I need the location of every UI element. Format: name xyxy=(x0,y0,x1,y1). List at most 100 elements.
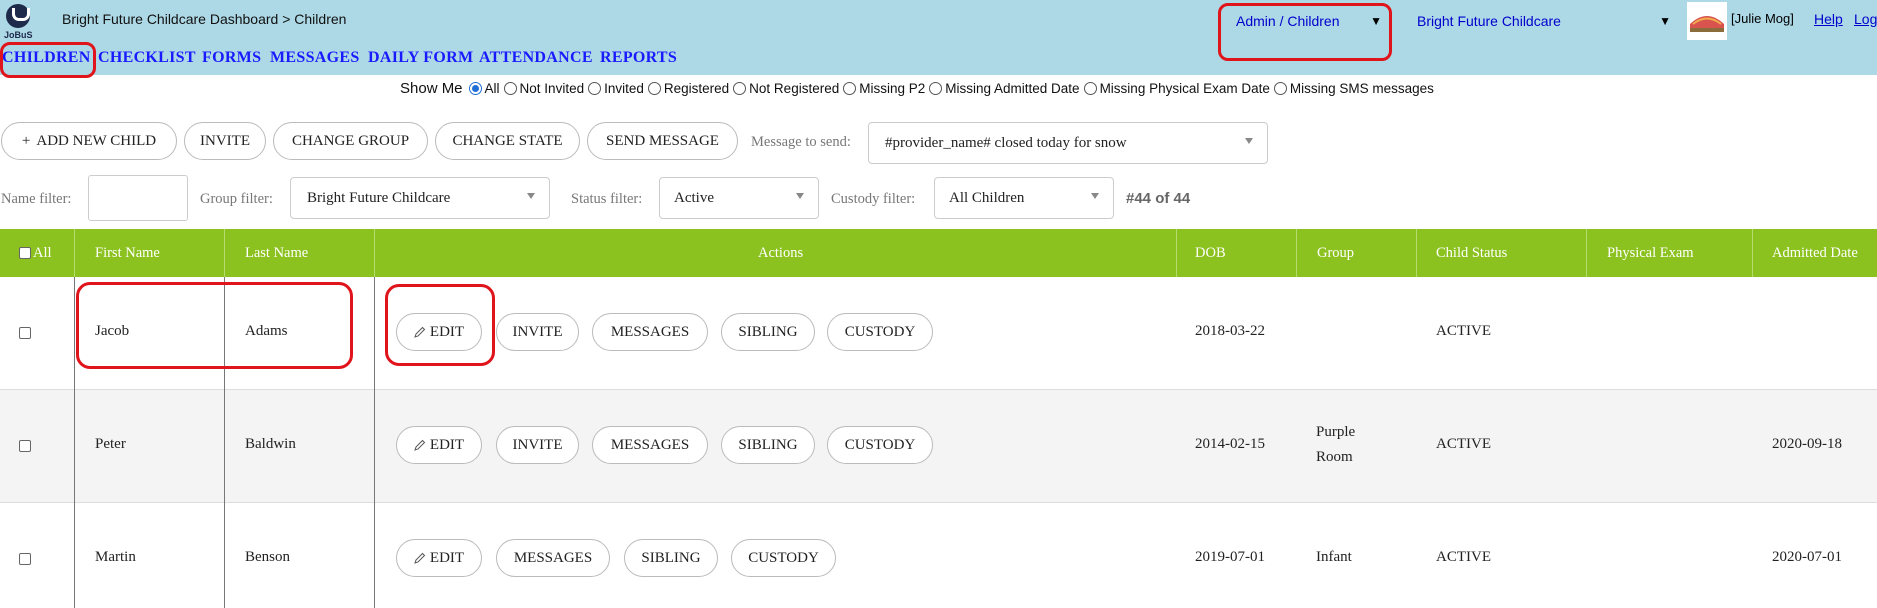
row-checkbox[interactable] xyxy=(19,440,31,452)
admitted-cell: 2020-07-01 xyxy=(1772,549,1842,565)
user-avatar[interactable] xyxy=(1687,2,1727,40)
row-checkbox[interactable] xyxy=(19,553,31,565)
header-last-name[interactable]: Last Name xyxy=(245,229,308,277)
pencil-icon xyxy=(414,326,426,338)
first-name-cell: Martin xyxy=(95,549,136,565)
radio-missing-p2[interactable]: Missing P2 xyxy=(843,81,925,96)
nav-children[interactable]: CHILDREN xyxy=(2,49,91,67)
header-admitted-date[interactable]: Admitted Date xyxy=(1772,229,1858,277)
logo-text: JoBuS xyxy=(4,30,33,40)
radio-all[interactable]: All xyxy=(468,81,500,96)
status-filter-select[interactable]: Active xyxy=(659,177,819,219)
nav-forms[interactable]: FORMS xyxy=(202,49,261,67)
app-logo[interactable]: JoBuS xyxy=(4,2,33,40)
nav-daily-form[interactable]: DAILY FORM xyxy=(368,49,473,67)
select-all-header[interactable]: All xyxy=(19,229,52,277)
add-new-child-button[interactable]: + ADD NEW CHILD xyxy=(1,122,177,160)
header-group[interactable]: Group xyxy=(1317,229,1354,277)
messages-row-button[interactable]: MESSAGES xyxy=(496,539,610,577)
select-all-checkbox[interactable] xyxy=(19,247,31,259)
caret-down-icon xyxy=(796,193,804,199)
pencil-icon xyxy=(414,552,426,564)
invite-button[interactable]: INVITE xyxy=(184,122,266,160)
sibling-row-button[interactable]: SIBLING xyxy=(624,539,718,577)
header-divider xyxy=(1296,229,1297,277)
invite-row-button[interactable]: INVITE xyxy=(496,313,579,351)
plus-icon: + xyxy=(21,132,31,149)
first-name-cell: Peter xyxy=(95,436,126,452)
nav-reports[interactable]: REPORTS xyxy=(600,49,677,67)
nav-messages[interactable]: MESSAGES xyxy=(270,49,360,67)
change-state-button[interactable]: CHANGE STATE xyxy=(435,122,580,160)
header-divider xyxy=(224,229,225,277)
column-divider xyxy=(74,277,75,608)
header-divider xyxy=(74,229,75,277)
last-name-cell: Adams xyxy=(245,323,288,339)
caret-down-icon xyxy=(1245,138,1253,144)
nav-attendance[interactable]: ATTENDANCE xyxy=(479,49,593,67)
message-select[interactable]: #provider_name# closed today for snow xyxy=(868,122,1268,164)
caret-down-icon xyxy=(1091,193,1099,199)
send-message-button[interactable]: SEND MESSAGE xyxy=(587,122,738,160)
group-filter-select[interactable]: Bright Future Childcare xyxy=(290,177,550,219)
header-divider xyxy=(1752,229,1753,277)
custody-row-button[interactable]: CUSTODY xyxy=(731,539,836,577)
name-filter-label: Name filter: xyxy=(1,191,72,207)
dob-cell: 2019-07-01 xyxy=(1195,549,1265,565)
header-first-name[interactable]: First Name xyxy=(95,229,160,277)
custody-row-button[interactable]: CUSTODY xyxy=(827,426,933,464)
status-filter-label: Status filter: xyxy=(571,191,643,207)
invite-row-button[interactable]: INVITE xyxy=(496,426,579,464)
messages-row-button[interactable]: MESSAGES xyxy=(592,426,708,464)
header-child-status[interactable]: Child Status xyxy=(1436,229,1507,277)
status-cell: ACTIVE xyxy=(1436,549,1491,565)
edit-button[interactable]: EDIT xyxy=(396,539,482,577)
radio-not-registered[interactable]: Not Registered xyxy=(733,81,839,96)
header-divider xyxy=(374,229,375,277)
row-checkbox[interactable] xyxy=(19,327,31,339)
caret-down-icon xyxy=(527,193,535,199)
messages-row-button[interactable]: MESSAGES xyxy=(592,313,708,351)
name-filter-input[interactable] xyxy=(88,175,188,221)
edit-button[interactable]: EDIT xyxy=(396,426,482,464)
radio-missing-physical-exam-date[interactable]: Missing Physical Exam Date xyxy=(1083,81,1270,96)
change-group-button[interactable]: CHANGE GROUP xyxy=(273,122,428,160)
radio-missing-sms-messages[interactable]: Missing SMS messages xyxy=(1273,81,1434,96)
help-link[interactable]: Help xyxy=(1814,11,1843,27)
result-count: #44 of 44 xyxy=(1126,190,1191,207)
header-divider xyxy=(1416,229,1417,277)
group-filter-label: Group filter: xyxy=(200,191,273,207)
breadcrumb: Bright Future Childcare Dashboard > Chil… xyxy=(62,11,347,27)
first-name-cell: Jacob xyxy=(95,323,130,339)
radio-registered[interactable]: Registered xyxy=(647,81,729,96)
custody-filter-select[interactable]: All Children xyxy=(934,177,1114,219)
edit-button[interactable]: EDIT xyxy=(396,313,482,351)
column-divider xyxy=(374,277,375,608)
last-name-cell: Benson xyxy=(245,549,290,565)
status-cell: ACTIVE xyxy=(1436,323,1491,339)
status-cell: ACTIVE xyxy=(1436,436,1491,452)
header-physical-exam[interactable]: Physical Exam xyxy=(1607,229,1694,277)
center-select-value: Bright Future Childcare xyxy=(1417,13,1561,29)
custody-row-button[interactable]: CUSTODY xyxy=(827,313,933,351)
group-cell-line1: Purple xyxy=(1316,424,1356,440)
caret-down-icon: ▼ xyxy=(1370,14,1382,28)
header-actions: Actions xyxy=(758,244,804,261)
radio-not-invited[interactable]: Not Invited xyxy=(503,81,584,96)
header-dob[interactable]: DOB xyxy=(1195,229,1226,277)
sibling-row-button[interactable]: SIBLING xyxy=(721,426,815,464)
role-select[interactable]: Admin / Children ▼ xyxy=(1222,3,1390,39)
logo-mark-icon xyxy=(6,4,30,28)
column-divider xyxy=(224,277,225,608)
group-cell-line2: Room xyxy=(1316,449,1353,465)
center-select[interactable]: Bright Future Childcare ▼ xyxy=(1403,3,1679,39)
logout-link[interactable]: Log xyxy=(1854,11,1877,27)
dob-cell: 2014-02-15 xyxy=(1195,436,1265,452)
nav-checklist[interactable]: CHECKLIST xyxy=(98,49,196,67)
sibling-row-button[interactable]: SIBLING xyxy=(721,313,815,351)
user-name: [Julie Mog] xyxy=(1731,11,1794,26)
radio-invited[interactable]: Invited xyxy=(588,81,644,96)
header-divider xyxy=(1176,229,1177,277)
radio-missing-admitted-date[interactable]: Missing Admitted Date xyxy=(929,81,1080,96)
show-me-filter: Show Me All Not Invited Invited Register… xyxy=(400,80,1438,97)
